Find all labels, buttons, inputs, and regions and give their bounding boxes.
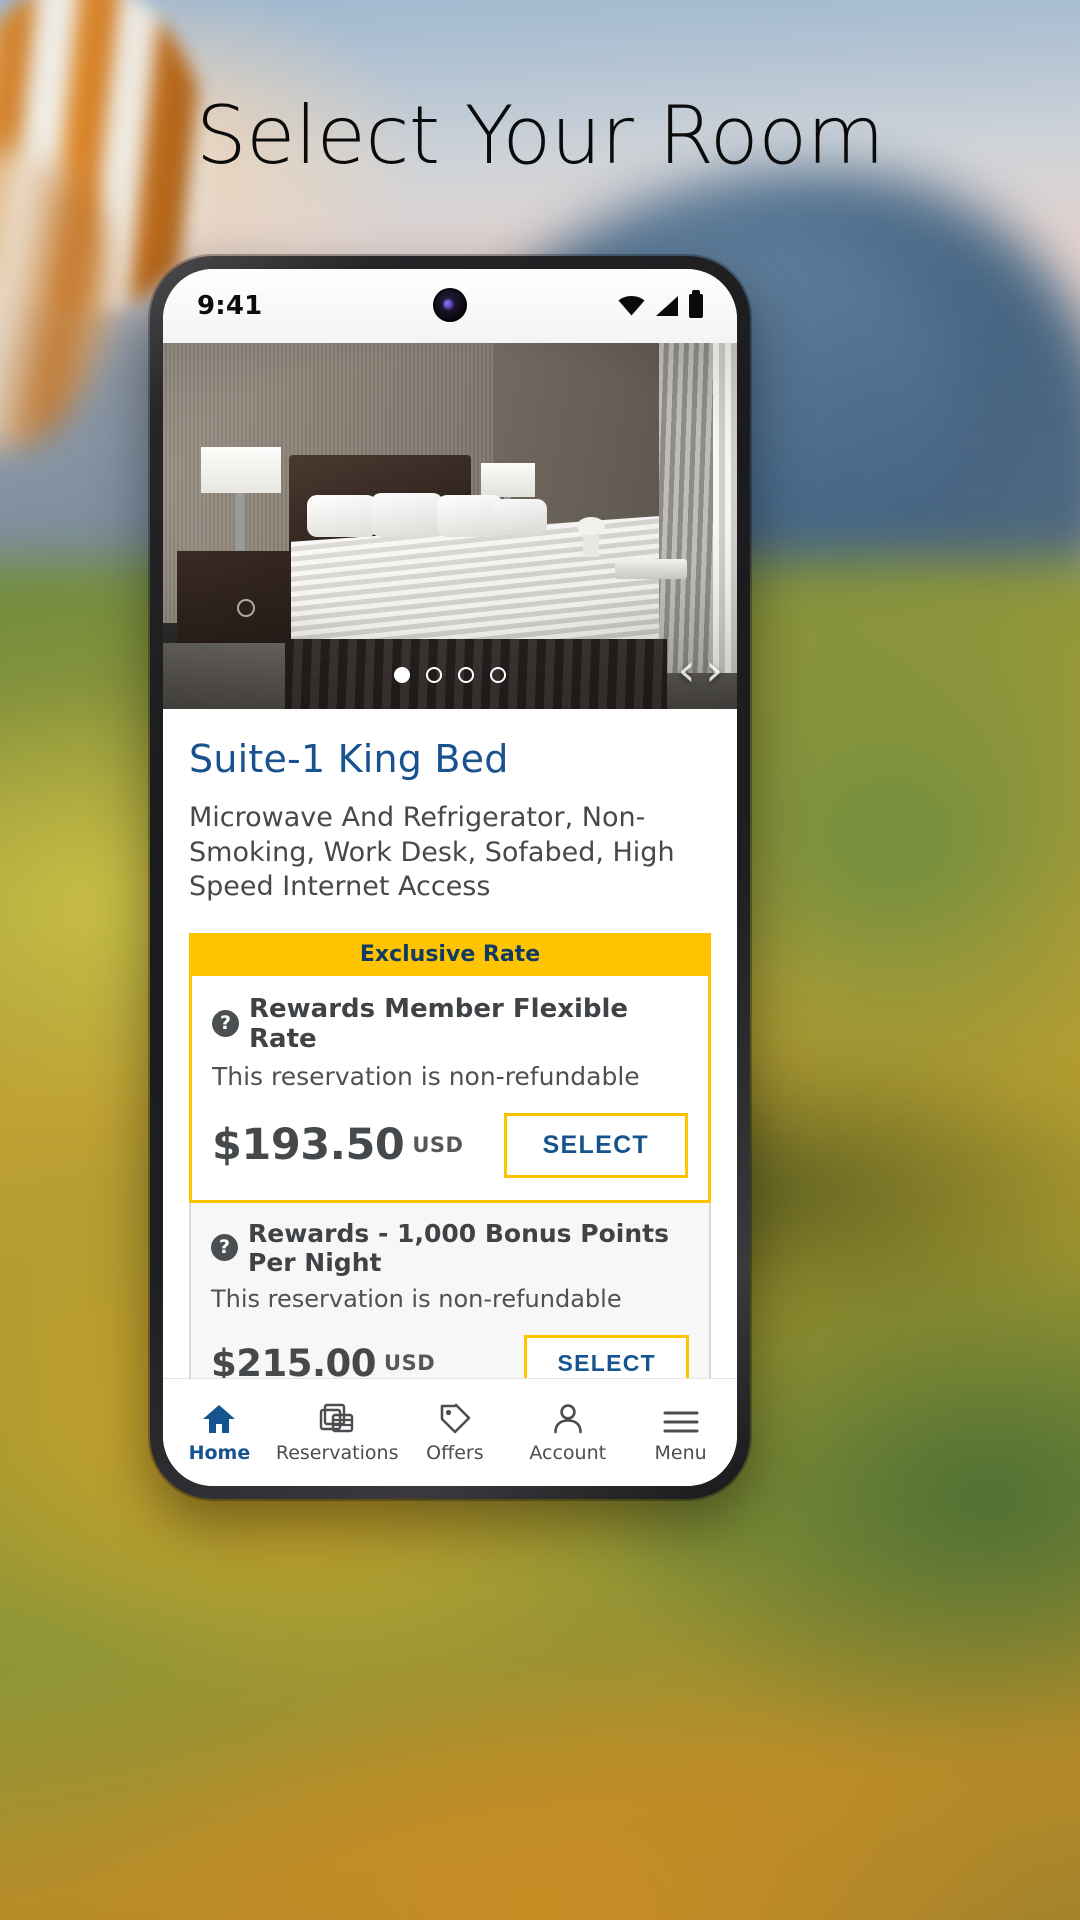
phone-screen: 9:41 ‹ › Suite-1 King Bed Microwave And … [163, 269, 737, 1486]
nav-item-label: Reservations [275, 1442, 399, 1464]
status-clock: 9:41 [197, 291, 263, 321]
rate-card-primary[interactable]: ? Rewards Member Flexible Rate This rese… [189, 975, 711, 1203]
home-icon [202, 1401, 236, 1435]
room-image-carousel[interactable]: ‹ › [163, 343, 737, 709]
nav-item-label: Menu [654, 1442, 707, 1464]
rate-name: Rewards - 1,000 Bonus Points Per Night [248, 1218, 669, 1277]
carousel-dot[interactable] [394, 667, 410, 683]
hamburger-menu-icon [663, 1401, 699, 1435]
carousel-arrows[interactable]: ‹ › [678, 649, 723, 693]
offers-tag-icon [439, 1401, 471, 1435]
carousel-dot[interactable] [458, 667, 474, 683]
wifi-icon [618, 296, 645, 316]
question-mark-icon[interactable]: ? [211, 1234, 238, 1262]
room-photo [163, 343, 737, 709]
nav-item-reservations[interactable]: Reservations [275, 1401, 399, 1464]
carousel-dot[interactable] [490, 667, 506, 683]
carousel-dots[interactable] [163, 667, 737, 683]
rate-currency: USD [412, 1133, 464, 1158]
room-title: Suite-1 King Bed [189, 737, 509, 781]
status-bar: 9:41 [163, 269, 737, 343]
front-camera-punch-hole [433, 288, 467, 322]
account-person-icon [552, 1401, 584, 1435]
rate-header: ? Rewards Member Flexible Rate [212, 994, 688, 1054]
nav-item-label: Offers [426, 1442, 484, 1464]
nav-item-label: Home [188, 1442, 251, 1464]
room-description: Microwave And Refrigerator, Non-Smoking,… [189, 802, 675, 903]
rate-currency: USD [384, 1351, 436, 1376]
rate-note: This reservation is non-refundable [212, 1061, 640, 1091]
nav-item-menu[interactable]: Menu [624, 1401, 737, 1464]
battery-icon [689, 290, 703, 318]
phone-mockup: 9:41 ‹ › Suite-1 King Bed Microwave And … [150, 256, 750, 1499]
nav-item-home[interactable]: Home [163, 1401, 276, 1464]
nav-item-label: Account [529, 1442, 607, 1464]
reservations-icon [319, 1401, 355, 1435]
rate-price: $193.50 [212, 1120, 405, 1171]
select-button[interactable]: SELECT [503, 1112, 688, 1178]
rate-name: Rewards Member Flexible Rate [249, 993, 629, 1054]
status-icons [618, 290, 703, 318]
nav-item-offers[interactable]: Offers [398, 1401, 511, 1464]
nav-item-account[interactable]: Account [511, 1401, 624, 1464]
question-mark-icon[interactable]: ? [212, 1010, 239, 1038]
cellular-signal-icon [656, 296, 678, 316]
rate-note: This reservation is non-refundable [211, 1284, 622, 1313]
rate-footer: $193.50 USD SELECT [212, 1112, 688, 1178]
exclusive-rate-banner: Exclusive Rate [189, 932, 711, 976]
rate-header: ? Rewards - 1,000 Bonus Points Per Night [211, 1219, 689, 1277]
carousel-dot[interactable] [426, 667, 442, 683]
carousel-prev-icon[interactable]: ‹ [678, 649, 696, 693]
page-title: Select Your Room [195, 89, 885, 182]
carousel-next-icon[interactable]: › [705, 649, 723, 693]
room-details: Suite-1 King Bed Microwave And Refrigera… [163, 709, 737, 1412]
bottom-navigation[interactable]: Home Reservations Offers Account Menu [163, 1378, 737, 1486]
